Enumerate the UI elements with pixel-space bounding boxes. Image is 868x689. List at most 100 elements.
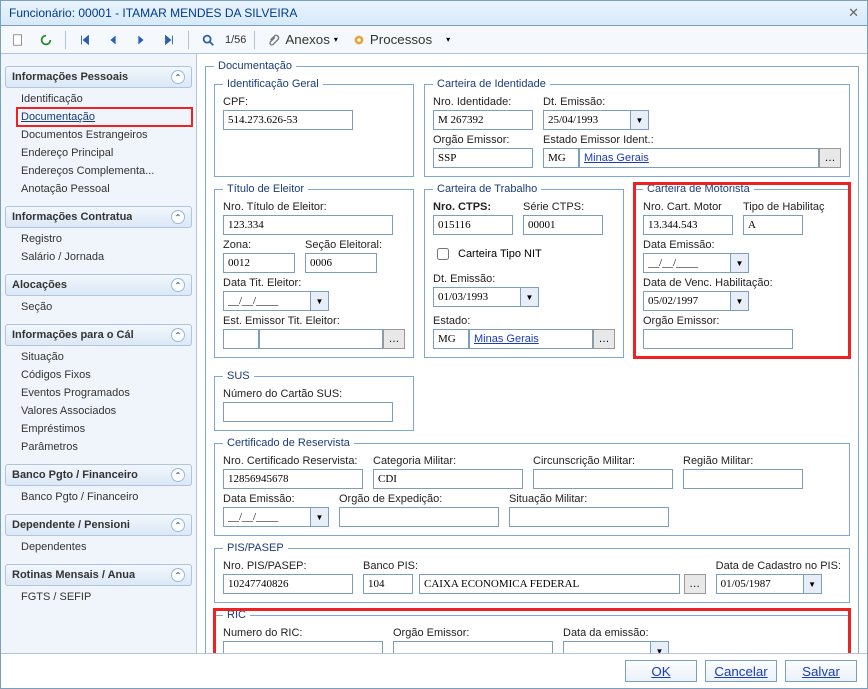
dropdown-icon[interactable]: ▼ [311, 291, 329, 311]
sidebar-item[interactable]: Códigos Fixos [17, 366, 192, 384]
sidebar-item[interactable]: Seção [17, 298, 192, 316]
identidade-nro-input[interactable] [433, 110, 533, 130]
cpf-input[interactable] [223, 110, 353, 130]
last-icon[interactable] [158, 31, 180, 49]
sus-fieldset: SUS Número do Cartão SUS: [214, 370, 414, 431]
chevron-up-icon[interactable]: ⌃ [171, 210, 185, 224]
ellipsis-icon[interactable]: … [819, 148, 841, 168]
sidebar-item[interactable]: Endereço Principal [17, 144, 192, 162]
nit-checkbox[interactable] [437, 248, 449, 260]
sidebar-item[interactable]: Parâmetros [17, 438, 192, 456]
reservista-circ-input[interactable] [533, 469, 673, 489]
sidebar-item[interactable]: Eventos Programados [17, 384, 192, 402]
ellipsis-icon[interactable]: … [593, 329, 615, 349]
sidebar-group-label: Informações Pessoais [12, 71, 128, 83]
dropdown-icon[interactable]: ▼ [521, 287, 539, 307]
pis-data-input[interactable] [716, 574, 804, 594]
save-button[interactable]: Salvar [785, 660, 857, 682]
titulo-est-link[interactable] [259, 329, 383, 349]
sidebar-item[interactable]: Identificação [17, 90, 192, 108]
dropdown-icon[interactable]: ▼ [631, 110, 649, 130]
titulo-data-input[interactable] [223, 291, 311, 311]
pager-label: 1/56 [225, 34, 246, 46]
sidebar-item[interactable]: FGTS / SEFIP [17, 588, 192, 606]
sidebar-group-header[interactable]: Banco Pgto / Financeiro⌃ [5, 464, 192, 486]
ric-orgao-input[interactable] [393, 641, 553, 653]
chevron-up-icon[interactable]: ⌃ [171, 518, 185, 532]
cnh-dataem-input[interactable] [643, 253, 731, 273]
reservista-cat-input[interactable] [373, 469, 523, 489]
chevron-up-icon[interactable]: ⌃ [171, 328, 185, 342]
identidade-estado-cod-input[interactable] [543, 148, 579, 168]
dropdown-icon[interactable]: ▼ [651, 641, 669, 653]
chevron-up-icon[interactable]: ⌃ [171, 468, 185, 482]
sidebar-item[interactable]: Dependentes [17, 538, 192, 556]
dropdown-icon[interactable]: ▼ [731, 253, 749, 273]
close-icon[interactable]: ✕ [848, 5, 859, 21]
sidebar-item[interactable]: Endereços Complementa... [17, 162, 192, 180]
reservista-fieldset: Certificado de Reservista Nro. Certifica… [214, 437, 850, 536]
sidebar-item[interactable]: Situação [17, 348, 192, 366]
ric-num-input[interactable] [223, 641, 383, 653]
identidade-orgao-input[interactable] [433, 148, 533, 168]
cnh-tipo-input[interactable] [743, 215, 803, 235]
sidebar-item[interactable]: Registro [17, 230, 192, 248]
sidebar-item[interactable]: Banco Pgto / Financeiro [17, 488, 192, 506]
ok-button[interactable]: OK [625, 660, 697, 682]
pis-banco-nome-input[interactable] [419, 574, 680, 594]
sidebar-item[interactable]: Documentos Estrangeiros [17, 126, 192, 144]
titulo-est-cod-input[interactable] [223, 329, 259, 349]
ellipsis-icon[interactable]: … [383, 329, 405, 349]
reservista-nro-input[interactable] [223, 469, 363, 489]
ctps-nro-input[interactable] [433, 215, 513, 235]
cnh-orgao-input[interactable] [643, 329, 793, 349]
sidebar-group-header[interactable]: Alocações⌃ [5, 274, 192, 296]
reservista-data-input[interactable] [223, 507, 311, 527]
cancel-button[interactable]: Cancelar [705, 660, 777, 682]
cnh-venc-input[interactable] [643, 291, 731, 311]
identidade-estado-link[interactable]: Minas Gerais [579, 148, 819, 168]
sidebar-group-header[interactable]: Informações para o Cál⌃ [5, 324, 192, 346]
reservista-reg-input[interactable] [683, 469, 803, 489]
sidebar-group-header[interactable]: Informações Contratua⌃ [5, 206, 192, 228]
cnh-nro-input[interactable] [643, 215, 733, 235]
anexos-button[interactable]: Anexos ▾ [263, 30, 341, 49]
sus-num-input[interactable] [223, 402, 393, 422]
pis-banco-cod-input[interactable] [363, 574, 413, 594]
next-icon[interactable] [130, 31, 152, 49]
sidebar-group-header[interactable]: Rotinas Mensais / Anua⌃ [5, 564, 192, 586]
ctps-dtem-input[interactable] [433, 287, 521, 307]
sidebar-group-header[interactable]: Dependente / Pensioni⌃ [5, 514, 192, 536]
sidebar-item[interactable]: Documentação [17, 108, 192, 126]
sidebar-item[interactable]: Salário / Jornada [17, 248, 192, 266]
sidebar-group-header[interactable]: Informações Pessoais ⌃ [5, 66, 192, 88]
new-icon[interactable] [7, 31, 29, 49]
chevron-up-icon[interactable]: ⌃ [171, 278, 185, 292]
titulo-secao-input[interactable] [305, 253, 377, 273]
dropdown-icon[interactable]: ▼ [804, 574, 822, 594]
dropdown-icon[interactable]: ▼ [311, 507, 329, 527]
first-icon[interactable] [74, 31, 96, 49]
pis-nro-input[interactable] [223, 574, 353, 594]
sidebar-item[interactable]: Anotação Pessoal [17, 180, 192, 198]
titulo-nro-input[interactable] [223, 215, 393, 235]
ctps-serie-input[interactable] [523, 215, 603, 235]
chevron-up-icon[interactable]: ⌃ [171, 568, 185, 582]
ric-data-input[interactable] [563, 641, 651, 653]
dropdown-icon[interactable]: ▼ [731, 291, 749, 311]
chevron-up-icon[interactable]: ⌃ [171, 70, 185, 84]
refresh-icon[interactable] [35, 31, 57, 49]
sidebar-item[interactable]: Valores Associados [17, 402, 192, 420]
sidebar-item[interactable]: Empréstimos [17, 420, 192, 438]
search-icon[interactable] [197, 31, 219, 49]
ctps-estado-cod-input[interactable] [433, 329, 469, 349]
ctps-estado-link[interactable]: Minas Gerais [469, 329, 593, 349]
identidade-dtem-input[interactable] [543, 110, 631, 130]
reservista-orgao-input[interactable] [339, 507, 499, 527]
reservista-sit-input[interactable] [509, 507, 669, 527]
ellipsis-icon[interactable]: … [684, 574, 706, 594]
cpf-label: CPF: [223, 96, 405, 108]
prev-icon[interactable] [102, 31, 124, 49]
processos-button[interactable]: Processos ▾ [348, 30, 454, 49]
titulo-zona-input[interactable] [223, 253, 295, 273]
